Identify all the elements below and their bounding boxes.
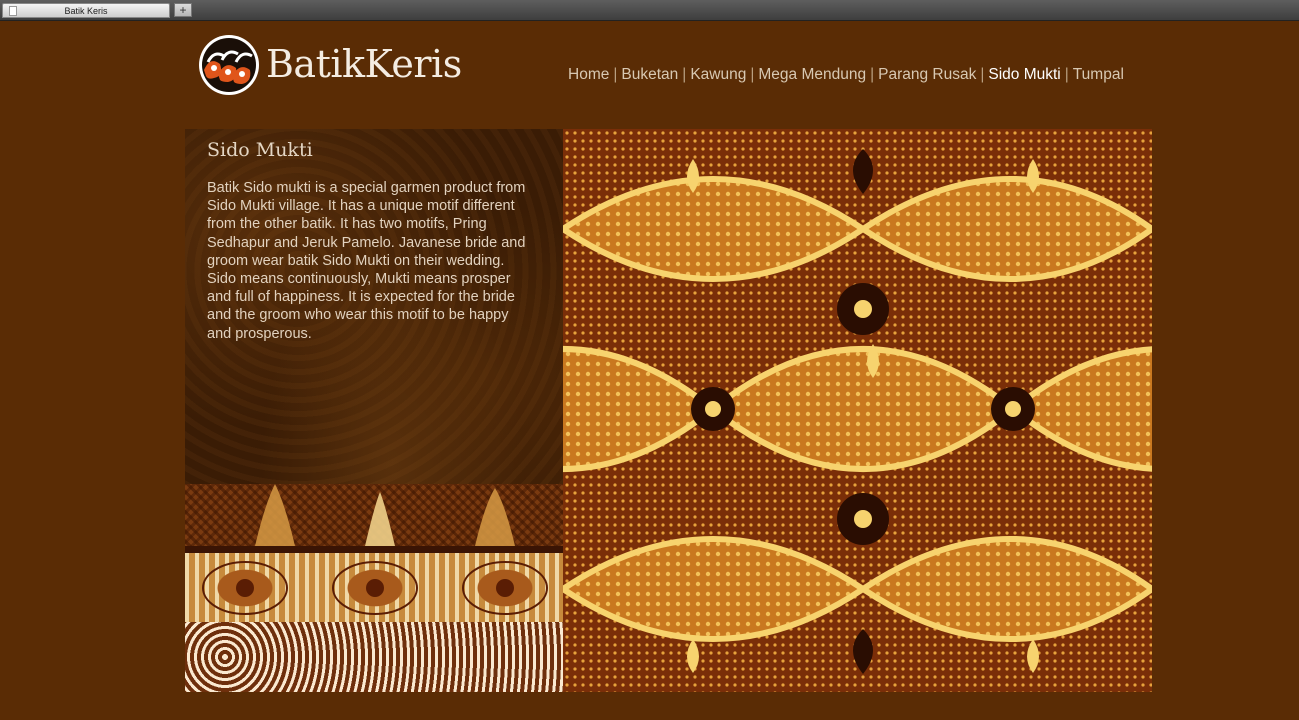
sido-mukti-batik-image (563, 129, 1152, 692)
main-nav: Home | Buketan | Kawung | Mega Mendung | Parang … (568, 66, 1124, 86)
article-title: Sido Mukti (207, 139, 313, 161)
brand-wordmark[interactable]: BatikKeris (266, 42, 462, 86)
nav-buketan[interactable]: Buketan (621, 66, 678, 83)
nav-home[interactable]: Home (568, 66, 609, 83)
batik-thumbnail-2 (185, 553, 563, 622)
nav-separator: | (613, 66, 618, 83)
nav-separator: | (1064, 66, 1069, 83)
nav-separator: | (750, 66, 755, 83)
tab-title: Batik Keris (64, 6, 108, 16)
batik-keris-logo-icon[interactable] (198, 34, 260, 96)
article-panel: Sido Mukti Batik Sido mukti is a special… (185, 129, 563, 484)
nav-separator: | (980, 66, 985, 83)
batik-thumbnail-3 (185, 622, 563, 692)
nav-separator: | (870, 66, 875, 83)
nav-tumpal[interactable]: Tumpal (1073, 66, 1124, 83)
nav-mega-mendung[interactable]: Mega Mendung (758, 66, 866, 83)
nav-separator: | (682, 66, 687, 83)
nav-parang-rusak[interactable]: Parang Rusak (878, 66, 976, 83)
nav-sido-mukti[interactable]: Sido Mukti (988, 66, 1060, 83)
nav-kawung[interactable]: Kawung (690, 66, 746, 83)
new-tab-button[interactable]: + (174, 3, 192, 17)
browser-tab[interactable]: Batik Keris (2, 3, 170, 18)
article-body: Batik Sido mukti is a special garmen pro… (207, 180, 526, 342)
batik-thumbnail-1 (185, 484, 563, 553)
browser-tab-strip: Batik Keris + (0, 0, 1299, 21)
